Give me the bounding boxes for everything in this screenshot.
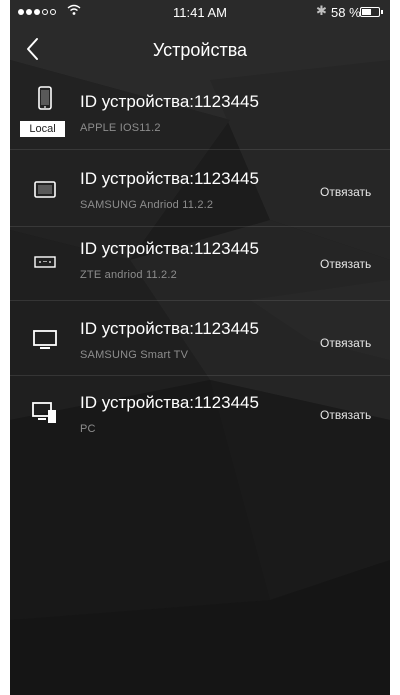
device-id: ID устройства:1123445 bbox=[80, 92, 259, 111]
phone-screen: 11:41 AM ✱ 58 % Устройства Local ID устр… bbox=[10, 0, 390, 695]
unbind-button[interactable]: Отвязать bbox=[320, 408, 371, 422]
unbind-button[interactable]: Отвязать bbox=[320, 257, 371, 271]
device-id: ID устройства:1123445 bbox=[80, 319, 259, 338]
device-id: ID устройства:1123445 bbox=[80, 393, 259, 412]
status-bar: 11:41 AM ✱ 58 % bbox=[10, 0, 390, 24]
unbind-button[interactable]: Отвязать bbox=[320, 336, 371, 350]
device-subtitle: SAMSUNG Smart TV bbox=[80, 349, 189, 361]
device-subtitle: PC bbox=[80, 423, 96, 435]
device-row: ID устройства:1123445 PC Отвязать bbox=[10, 376, 390, 456]
phone-icon bbox=[38, 86, 52, 110]
box-icon bbox=[34, 256, 56, 268]
bluetooth-icon: ✱ bbox=[316, 3, 327, 18]
battery-percent: 58 % bbox=[331, 5, 361, 20]
device-row: ID устройства:1123445 SAMSUNG Smart TV О… bbox=[10, 301, 390, 376]
unbind-button[interactable]: Отвязать bbox=[320, 185, 371, 199]
pc-icon bbox=[32, 402, 56, 423]
page-title: Устройства bbox=[152, 40, 248, 60]
device-subtitle: ZTE andriod 11.2.2 bbox=[80, 269, 177, 281]
device-id: ID устройства:1123445 bbox=[80, 239, 259, 258]
local-badge: Local bbox=[20, 121, 65, 137]
tablet-icon bbox=[34, 181, 56, 198]
device-subtitle: APPLE IOS11.2 bbox=[80, 122, 161, 134]
device-row: ID устройства:1123445 ZTE andriod 11.2.2… bbox=[10, 227, 390, 301]
navigation-bar: Устройства bbox=[10, 24, 390, 74]
device-id: ID устройства:1123445 bbox=[80, 169, 259, 188]
device-subtitle: SAMSUNG Andriod 11.2.2 bbox=[80, 199, 214, 211]
device-row-local: Local ID устройства:1123445 APPLE IOS11.… bbox=[10, 74, 390, 150]
device-row: ID устройства:1123445 SAMSUNG Andriod 11… bbox=[10, 150, 390, 227]
battery-icon bbox=[360, 7, 383, 17]
tv-icon bbox=[33, 330, 57, 349]
